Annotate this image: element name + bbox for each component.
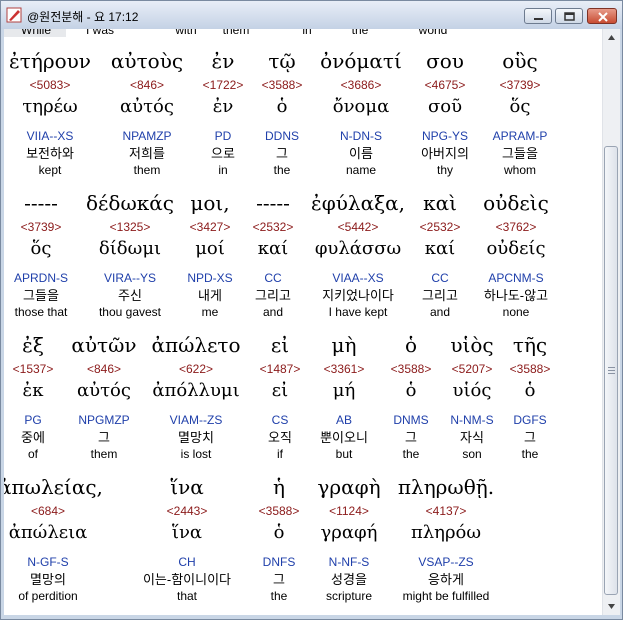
maximize-icon (564, 12, 575, 21)
word-column[interactable]: πληρωθῇ. <4137> πληρόω VSAP--ZS 응하게 might be … (396, 473, 496, 604)
maximize-button[interactable] (555, 8, 583, 24)
word-column[interactable]: τῆς <3588> ὁ DGFS 그 the (480, 331, 580, 462)
korean-gloss: 그 (524, 430, 536, 445)
app-window: @원전분해 - 요 17:12 While I was with them in the w… (0, 0, 623, 620)
parsing-code: VSAP--ZS (418, 555, 474, 569)
english-gloss: kept (38, 163, 62, 177)
strongs-number: <3739> (20, 220, 62, 234)
close-icon (598, 12, 608, 22)
strongs-number: <2443> (166, 504, 208, 518)
lemma: τηρέω (22, 96, 78, 117)
lemma: ἀπώλεια (8, 522, 88, 543)
lemma: ὅς (509, 96, 531, 117)
word-column[interactable]: οὐδεὶς <3762> οὐδείς APCNM-S 하나도-않고 none (466, 189, 566, 320)
parsing-code: DGFS (513, 413, 547, 427)
word-column[interactable]: ἵνα <2443> ἵνα CH 이는-함이니이다 that (137, 473, 237, 604)
korean-gloss: 그들을 (502, 146, 538, 161)
korean-gloss: 하나도-않고 (483, 288, 549, 303)
word-column[interactable]: γραφὴ <1124> γραφή N-NF-S 성경을 scripture (299, 473, 399, 604)
strongs-number: <1124> (329, 504, 369, 518)
lemma: γραφή (320, 522, 378, 543)
partial-word: them (222, 29, 250, 37)
partial-word: with (175, 29, 197, 37)
close-button[interactable] (587, 8, 617, 24)
lemma: αὐτός (77, 380, 131, 401)
english-gloss: whom (503, 163, 536, 177)
english-gloss: those that (14, 305, 68, 319)
minimize-button[interactable] (524, 8, 552, 24)
minimize-icon (534, 18, 543, 20)
parsing-code: CH (178, 555, 196, 569)
scroll-up-icon[interactable] (603, 29, 620, 46)
greek-word: ἐτήρουν (9, 49, 91, 73)
title-bar[interactable]: @원전분해 - 요 17:12 (1, 1, 622, 29)
korean-gloss: 멸망의 (30, 572, 66, 587)
english-gloss: might be fulfilled (402, 589, 490, 603)
lemma: οὐδείς (486, 238, 546, 259)
strongs-number: <4137> (425, 504, 467, 518)
app-icon (6, 7, 22, 23)
greek-word: ----- (24, 191, 58, 215)
scroll-down-icon[interactable] (603, 598, 620, 615)
word-column[interactable]: οὓς <3739> ὅς APRAM-P 그들을 whom (470, 47, 570, 178)
window-title: @원전분해 - 요 17:12 (27, 10, 139, 24)
greek-word: οὓς (502, 49, 538, 73)
parsing-code: APRAM-P (492, 129, 548, 143)
lemma: ὅς (30, 238, 52, 259)
partial-word: While (20, 29, 52, 37)
parsing-code: APCNM-S (488, 271, 544, 285)
english-gloss: that (176, 589, 197, 603)
english-gloss: the (521, 447, 539, 461)
korean-gloss: 응하게 (428, 572, 464, 587)
korean-gloss: 그 (98, 430, 110, 445)
korean-gloss: 성경을 (331, 572, 367, 587)
partial-word: the (351, 29, 369, 37)
vertical-scrollbar[interactable] (602, 29, 620, 615)
greek-word: γραφὴ (317, 475, 381, 499)
word-column[interactable]: αὐτῶν <846> αὐτός NPGMZP 그 them (54, 331, 154, 462)
lemma: ἵνα (171, 522, 203, 543)
greek-word: τῆς (512, 333, 548, 357)
english-gloss: none (502, 305, 530, 319)
english-gloss: scripture (325, 589, 372, 603)
strongs-number: <3762> (495, 220, 537, 234)
strongs-number: <3588> (509, 362, 551, 376)
korean-gloss: 이는-함이니이다 (142, 572, 232, 587)
word-column[interactable]: ἀπωλείας, <684> ἀπώλεια N-GF-S 멸망의 of perditi… (4, 473, 103, 604)
word-column[interactable]: ἐτήρουν <5083> τηρέω VIIA--XS 보전하와 kept (4, 47, 100, 178)
interlinear-view[interactable]: While I was with them in the world ἐτήρουν <508… (4, 29, 602, 615)
greek-word: αὐτῶν (71, 333, 137, 357)
scroll-thumb[interactable] (604, 146, 618, 595)
greek-word: ἵνα (170, 475, 204, 499)
partial-word: in (302, 29, 312, 37)
english-gloss: of perdition (18, 589, 78, 603)
strongs-number: <684> (30, 504, 66, 518)
word-column[interactable]: ----- <3739> ὅς APRDN-S 그들을 those that (4, 189, 91, 320)
strongs-number: <3739> (499, 78, 541, 92)
strongs-number: <846> (86, 362, 122, 376)
parsing-code: N-GF-S (27, 555, 69, 569)
greek-word: οὐδεὶς (483, 191, 549, 215)
greek-word: ἀπωλείας, (4, 475, 103, 499)
strongs-number: <5083> (29, 78, 71, 92)
parsing-code: NPGMZP (78, 413, 130, 427)
partial-word: I was (85, 29, 115, 37)
parsing-code: APRDN-S (13, 271, 68, 285)
parsing-code: VIIA--XS (26, 129, 74, 143)
partial-word: world (418, 29, 448, 37)
parsing-code: N-NF-S (328, 555, 370, 569)
english-gloss: them (90, 447, 118, 461)
lemma: πληρόω (410, 522, 482, 543)
lemma: ὁ (524, 380, 536, 401)
greek-word: πληρωθῇ. (397, 475, 495, 499)
korean-gloss: 그들을 (23, 288, 59, 303)
korean-gloss: 보전하와 (26, 146, 74, 161)
